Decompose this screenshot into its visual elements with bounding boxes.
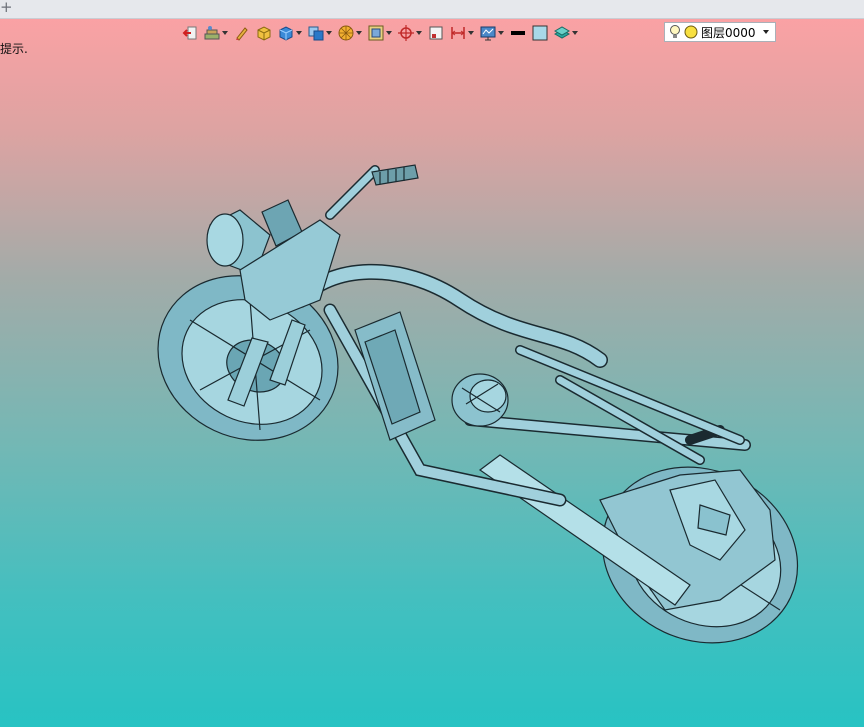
motorcycle-model xyxy=(157,164,799,644)
3d-viewport[interactable] xyxy=(0,46,864,727)
frame-button[interactable] xyxy=(368,23,392,43)
chevron-down-icon[interactable] xyxy=(468,31,474,35)
sketch-button[interactable] xyxy=(234,23,250,43)
solid-box-button[interactable] xyxy=(256,23,272,43)
screen-view-button[interactable] xyxy=(480,23,504,43)
line-color-button[interactable] xyxy=(510,23,526,43)
layer-manager-button[interactable] xyxy=(204,23,228,43)
layer-visible-icon[interactable] xyxy=(684,25,698,39)
fill-color-swatch-icon xyxy=(532,25,548,41)
center-target-icon xyxy=(398,25,414,41)
layer-stack-button[interactable] xyxy=(554,23,578,43)
cube-view-icon xyxy=(279,26,293,41)
dimension-icon xyxy=(451,27,465,39)
chevron-down-icon[interactable] xyxy=(296,31,302,35)
display-mode-icon xyxy=(308,26,324,41)
cube-view-button[interactable] xyxy=(278,23,302,43)
layer-stack-icon xyxy=(554,26,570,39)
add-tab-icon[interactable]: + xyxy=(0,0,13,16)
exit-button[interactable] xyxy=(182,23,198,43)
box-solid-icon xyxy=(257,26,271,41)
cad-window: + 提示. 图层0000 xyxy=(0,0,864,727)
line-color-swatch-icon xyxy=(511,31,525,35)
toolbar xyxy=(182,22,584,44)
chevron-down-icon[interactable] xyxy=(222,31,228,35)
render-sphere-icon xyxy=(338,25,354,41)
layer-name: 图层0000 xyxy=(701,25,756,40)
dimension-button[interactable] xyxy=(450,23,474,43)
exit-icon xyxy=(182,26,197,40)
layer-select[interactable]: 图层0000 xyxy=(664,22,776,42)
screen-view-icon xyxy=(480,26,496,41)
chevron-down-icon[interactable] xyxy=(416,31,422,35)
pencil-icon xyxy=(236,27,248,41)
frame-icon xyxy=(368,25,384,41)
frame xyxy=(292,263,751,507)
chevron-down-icon[interactable] xyxy=(498,31,504,35)
chevron-down-icon[interactable] xyxy=(763,30,769,34)
lightbulb-icon[interactable] xyxy=(668,24,682,40)
chevron-down-icon[interactable] xyxy=(386,31,392,35)
chevron-down-icon[interactable] xyxy=(326,31,332,35)
chevron-down-icon[interactable] xyxy=(572,31,578,35)
render-button[interactable] xyxy=(338,23,362,43)
center-target-button[interactable] xyxy=(398,23,422,43)
tab-strip: + xyxy=(0,0,864,19)
square-button[interactable] xyxy=(428,23,444,43)
chevron-down-icon[interactable] xyxy=(356,31,362,35)
fill-color-button[interactable] xyxy=(532,23,548,43)
layer-manager-icon xyxy=(204,26,220,40)
motor xyxy=(451,373,509,427)
square-icon xyxy=(429,26,443,40)
display-mode-button[interactable] xyxy=(308,23,332,43)
